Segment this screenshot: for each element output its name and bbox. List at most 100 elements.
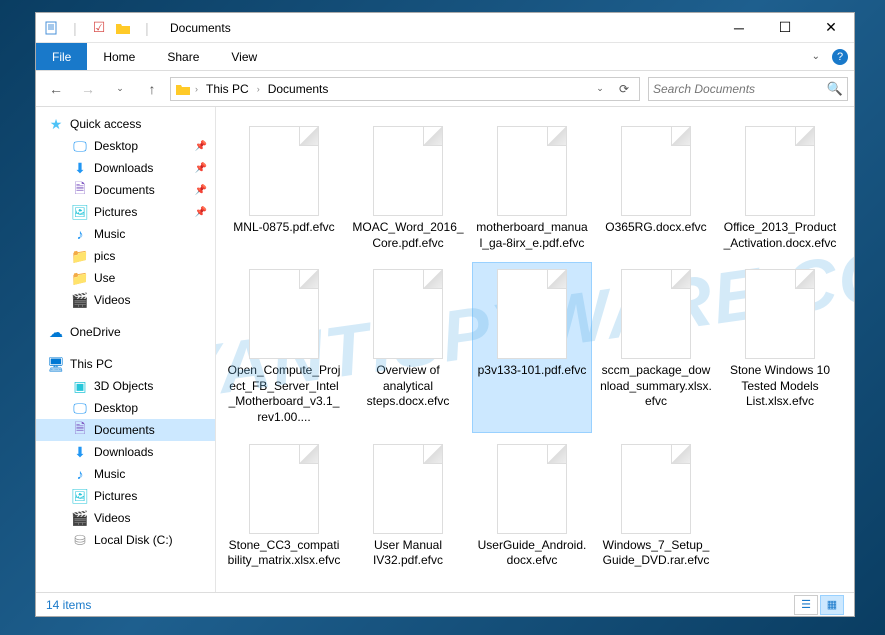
file-item[interactable]: O365RG.docx.efvc xyxy=(596,119,716,258)
file-item[interactable]: Overview of analytical steps.docx.efvc xyxy=(348,262,468,432)
disk-icon: ⛁ xyxy=(72,532,88,548)
sidebar-use[interactable]: 📁Use xyxy=(36,267,215,289)
sidebar-this-pc[interactable]: 🖥This PC xyxy=(36,353,215,375)
file-item[interactable]: Office_2013_Product_Activation.docx.efvc xyxy=(720,119,840,258)
documents-icon: 🗎 xyxy=(72,182,88,198)
tab-home[interactable]: Home xyxy=(87,43,151,70)
sidebar-item-label: Videos xyxy=(94,293,130,307)
close-button[interactable]: ✕ xyxy=(808,13,854,43)
content-pane[interactable]: MYANTISPYWARE.COM MNL-0875.pdf.efvcMOAC_… xyxy=(216,107,854,592)
file-thumbnail xyxy=(497,126,567,216)
star-icon: ★ xyxy=(48,116,64,132)
music-icon: ♪ xyxy=(72,226,88,242)
sidebar-music-pc[interactable]: ♪Music xyxy=(36,463,215,485)
search-icon[interactable]: 🔍 xyxy=(827,81,843,97)
file-item[interactable]: Windows_7_Setup_Guide_DVD.rar.efvc xyxy=(596,437,716,576)
chevron-right-icon[interactable]: › xyxy=(255,84,262,94)
sidebar-pictures-pc[interactable]: 🖼Pictures xyxy=(36,485,215,507)
downloads-icon: ⬇ xyxy=(72,160,88,176)
file-item[interactable]: MNL-0875.pdf.efvc xyxy=(224,119,344,258)
tab-view[interactable]: View xyxy=(215,43,273,70)
sidebar-desktop-pc[interactable]: 🖵Desktop xyxy=(36,397,215,419)
file-item[interactable]: motherboard_manual_ga-8irx_e.pdf.efvc xyxy=(472,119,592,258)
view-details-button[interactable]: ☰ xyxy=(794,595,818,615)
sidebar-videos[interactable]: 🎬Videos xyxy=(36,289,215,311)
addressbar[interactable]: › This PC › Documents ⌄ ⟳ xyxy=(170,77,640,101)
tab-file[interactable]: File xyxy=(36,43,87,70)
file-thumbnail xyxy=(621,444,691,534)
breadcrumb-documents[interactable]: Documents xyxy=(264,82,333,96)
properties-icon[interactable] xyxy=(40,17,62,39)
statusbar: 14 items ☰ ▦ xyxy=(36,592,854,616)
ribbon: File Home Share View ⌄ ? xyxy=(36,43,854,71)
sidebar-item-label: Desktop xyxy=(94,139,138,153)
help-icon[interactable]: ? xyxy=(832,49,848,65)
sidebar-music[interactable]: ♪Music xyxy=(36,223,215,245)
ribbon-expand-icon[interactable]: ⌄ xyxy=(804,47,828,66)
file-label: Office_2013_Product_Activation.docx.efvc xyxy=(723,220,837,251)
qat-divider: | xyxy=(136,17,158,39)
back-button[interactable]: ← xyxy=(42,76,70,102)
titlebar: | ☑ | Documents ─ ☐ ✕ xyxy=(36,13,854,43)
file-item[interactable]: p3v133-101.pdf.efvc xyxy=(472,262,592,432)
recent-dropdown-icon[interactable]: ⌄ xyxy=(106,76,134,102)
view-large-icons-button[interactable]: ▦ xyxy=(820,595,844,615)
file-item[interactable]: MOAC_Word_2016_Core.pdf.efvc xyxy=(348,119,468,258)
pictures-icon: 🖼 xyxy=(72,204,88,220)
file-label: Stone_CC3_compatibility_matrix.xlsx.efvc xyxy=(227,538,341,569)
breadcrumb-thispc[interactable]: This PC xyxy=(202,82,253,96)
qat-check-icon[interactable]: ☑ xyxy=(88,17,110,39)
search-input[interactable] xyxy=(653,82,827,96)
navbar: ← → ⌄ ↑ › This PC › Documents ⌄ ⟳ 🔍 xyxy=(36,71,854,107)
sidebar-local-disk[interactable]: ⛁ Local Disk (C:) xyxy=(36,529,215,551)
sidebar-item-label: Pictures xyxy=(94,489,137,503)
maximize-button[interactable]: ☐ xyxy=(762,13,808,43)
music-icon: ♪ xyxy=(72,466,88,482)
search-box[interactable]: 🔍 xyxy=(648,77,848,101)
sidebar-videos-pc[interactable]: 🎬Videos xyxy=(36,507,215,529)
sidebar-item-label: Downloads xyxy=(94,445,153,459)
sidebar-quick-access[interactable]: ★Quick access xyxy=(36,113,215,135)
file-thumbnail xyxy=(621,269,691,359)
qat-divider: | xyxy=(64,17,86,39)
sidebar-3d-objects[interactable]: ▣3D Objects xyxy=(36,375,215,397)
chevron-right-icon[interactable]: › xyxy=(193,84,200,94)
sidebar-documents-pc[interactable]: 🗎Documents xyxy=(36,419,215,441)
body: ★Quick access 🖵Desktop📌 ⬇Downloads📌 🗎Doc… xyxy=(36,107,854,592)
file-label: sccm_package_download_summary.xlsx.efvc xyxy=(599,363,713,410)
sidebar-downloads-pc[interactable]: ⬇ Downloads xyxy=(36,441,215,463)
desktop-icon: 🖵 xyxy=(72,138,88,154)
refresh-button[interactable]: ⟳ xyxy=(613,78,635,100)
file-thumbnail xyxy=(373,444,443,534)
forward-button[interactable]: → xyxy=(74,76,102,102)
file-item[interactable]: sccm_package_download_summary.xlsx.efvc xyxy=(596,262,716,432)
sidebar-item-label: Local Disk (C:) xyxy=(94,533,173,547)
pin-icon: 📌 xyxy=(195,163,207,174)
sidebar-downloads[interactable]: ⬇Downloads📌 xyxy=(36,157,215,179)
sidebar-pictures[interactable]: 🖼Pictures📌 xyxy=(36,201,215,223)
file-item[interactable]: Open_Compute_Project_FB_Server_Intel_Mot… xyxy=(224,262,344,432)
tab-share[interactable]: Share xyxy=(151,43,215,70)
file-item[interactable]: Stone_CC3_compatibility_matrix.xlsx.efvc xyxy=(224,437,344,576)
minimize-button[interactable]: ─ xyxy=(716,13,762,43)
sidebar-documents[interactable]: 🗎Documents📌 xyxy=(36,179,215,201)
downloads-icon: ⬇ xyxy=(72,444,88,460)
sidebar-item-label: This PC xyxy=(70,357,113,371)
explorer-window: | ☑ | Documents ─ ☐ ✕ File Home Share Vi… xyxy=(35,12,855,617)
sidebar-desktop[interactable]: 🖵 Desktop 📌 xyxy=(36,135,215,157)
navigation-pane[interactable]: ★Quick access 🖵Desktop📌 ⬇Downloads📌 🗎Doc… xyxy=(36,107,216,592)
pin-icon: 📌 xyxy=(195,207,207,218)
cube-icon: ▣ xyxy=(72,378,88,394)
file-item[interactable]: Stone Windows 10 Tested Models List.xlsx… xyxy=(720,262,840,432)
up-button[interactable]: ↑ xyxy=(138,76,166,102)
sidebar-item-label: pics xyxy=(94,249,115,263)
pin-icon: 📌 xyxy=(195,141,207,152)
address-dropdown-icon[interactable]: ⌄ xyxy=(589,78,611,100)
file-item[interactable]: User Manual IV32.pdf.efvc xyxy=(348,437,468,576)
file-label: MNL-0875.pdf.efvc xyxy=(233,220,334,236)
sidebar-item-label: Desktop xyxy=(94,401,138,415)
sidebar-pics[interactable]: 📁pics xyxy=(36,245,215,267)
file-item[interactable]: UserGuide_Android.docx.efvc xyxy=(472,437,592,576)
folder-icon[interactable] xyxy=(112,17,134,39)
sidebar-onedrive[interactable]: ☁OneDrive xyxy=(36,321,215,343)
